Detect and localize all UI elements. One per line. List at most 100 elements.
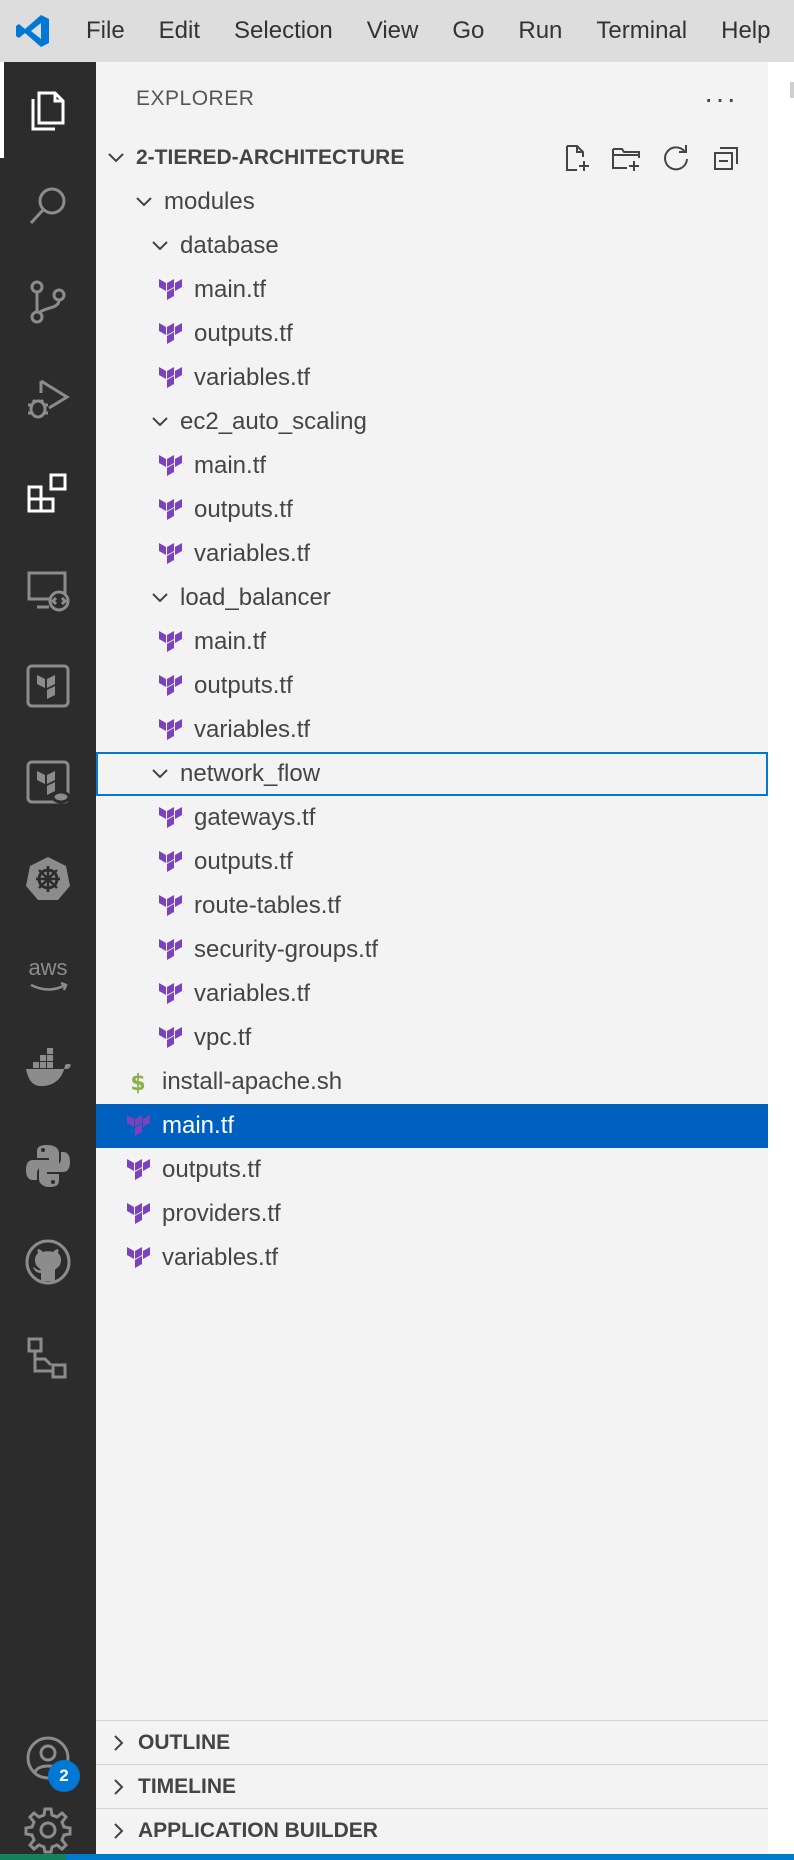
- run-debug-icon[interactable]: [0, 350, 96, 446]
- vscode-logo-icon: [0, 0, 66, 62]
- tree-file[interactable]: main.tf: [96, 1104, 768, 1148]
- tree-file[interactable]: gateways.tf: [96, 796, 768, 840]
- tree-file[interactable]: variables.tf: [96, 708, 768, 752]
- new-folder-icon[interactable]: [610, 142, 642, 174]
- terraform-file-icon: [156, 716, 184, 744]
- source-control-icon[interactable]: [0, 254, 96, 350]
- terraform-file-icon: [156, 320, 184, 348]
- editor-edge: [768, 62, 794, 1854]
- menu-go[interactable]: Go: [435, 0, 501, 62]
- explorer-sidebar: EXPLORER ··· 2-TIERED-ARCHITECTURE modul…: [96, 62, 768, 1854]
- terraform-file-icon: [156, 672, 184, 700]
- terraform-file-icon: [156, 628, 184, 656]
- menu-run[interactable]: Run: [501, 0, 579, 62]
- tree-item-label: route-tables.tf: [194, 892, 341, 919]
- menu-help[interactable]: Help: [704, 0, 787, 62]
- extensions-icon[interactable]: [0, 446, 96, 542]
- tree-file[interactable]: variables.tf: [96, 1236, 768, 1280]
- tree-item-label: main.tf: [162, 1112, 235, 1139]
- tree-file[interactable]: variables.tf: [96, 356, 768, 400]
- status-bar: [0, 1854, 794, 1860]
- refresh-icon[interactable]: [660, 142, 692, 174]
- explorer-header: EXPLORER ···: [96, 62, 768, 136]
- tree-file[interactable]: outputs.tf: [96, 312, 768, 356]
- tree-file[interactable]: providers.tf: [96, 1192, 768, 1236]
- timeline-label: TIMELINE: [138, 1774, 236, 1798]
- tree-item-label: variables.tf: [194, 364, 311, 391]
- tree-file[interactable]: main.tf: [96, 444, 768, 488]
- remote-explorer-icon[interactable]: [0, 542, 96, 638]
- tree-folder[interactable]: database: [96, 224, 768, 268]
- python-icon[interactable]: [0, 1118, 96, 1214]
- kubernetes-icon[interactable]: [0, 830, 96, 926]
- timeline-panel-header[interactable]: TIMELINE: [96, 1764, 768, 1808]
- menu-edit[interactable]: Edit: [142, 0, 217, 62]
- svg-text:$: $: [130, 1071, 145, 1096]
- tree-folder[interactable]: network_flow: [96, 752, 768, 796]
- outline-panel-header[interactable]: OUTLINE: [96, 1720, 768, 1764]
- chevron-down-icon: [150, 764, 170, 784]
- tree-file[interactable]: outputs.tf: [96, 840, 768, 884]
- outline-label: OUTLINE: [138, 1730, 231, 1754]
- files-icon[interactable]: [0, 62, 96, 158]
- tree-file[interactable]: outputs.tf: [96, 664, 768, 708]
- tree-item-label: outputs.tf: [194, 672, 293, 699]
- workspace-root-label: 2-TIERED-ARCHITECTURE: [136, 146, 405, 169]
- tree-item-label: outputs.tf: [194, 496, 293, 523]
- collapse-all-icon[interactable]: [710, 142, 742, 174]
- chevron-down-icon: [150, 412, 170, 432]
- tree-item-label: modules: [164, 188, 255, 215]
- application-builder-icon[interactable]: [0, 1310, 96, 1406]
- tree-file[interactable]: vpc.tf: [96, 1016, 768, 1060]
- application-builder-label: APPLICATION BUILDER: [138, 1818, 378, 1842]
- chevron-down-icon: [150, 588, 170, 608]
- terraform-cloud-icon[interactable]: [0, 734, 96, 830]
- terraform-file-icon: [156, 1024, 184, 1052]
- tree-file[interactable]: variables.tf: [96, 532, 768, 576]
- application-builder-panel-header[interactable]: APPLICATION BUILDER: [96, 1808, 768, 1852]
- tree-file[interactable]: outputs.tf: [96, 1148, 768, 1192]
- terraform-file-icon: [156, 936, 184, 964]
- tree-item-label: install-apache.sh: [162, 1068, 343, 1095]
- tree-file[interactable]: route-tables.tf: [96, 884, 768, 928]
- tree-item-label: providers.tf: [162, 1200, 281, 1227]
- tree-file[interactable]: variables.tf: [96, 972, 768, 1016]
- remote-indicator[interactable]: [0, 1854, 66, 1860]
- menu-view[interactable]: View: [350, 0, 436, 62]
- terraform-file-icon: [156, 364, 184, 392]
- tree-item-label: main.tf: [194, 452, 267, 479]
- tree-file[interactable]: security-groups.tf: [96, 928, 768, 972]
- menu-file[interactable]: File: [66, 0, 142, 62]
- workspace-root[interactable]: 2-TIERED-ARCHITECTURE: [96, 136, 768, 180]
- menu-bar: File Edit Selection View Go Run Terminal…: [0, 0, 794, 62]
- tree-file[interactable]: main.tf: [96, 620, 768, 664]
- menu-selection[interactable]: Selection: [217, 0, 350, 62]
- activity-bar: aws 2: [0, 62, 96, 1854]
- tree-file[interactable]: outputs.tf: [96, 488, 768, 532]
- search-icon[interactable]: [0, 158, 96, 254]
- tree-file[interactable]: $ install-apache.sh: [96, 1060, 768, 1104]
- tree-item-label: variables.tf: [194, 540, 311, 567]
- terraform-file-icon: [156, 540, 184, 568]
- tree-item-label: security-groups.tf: [194, 936, 379, 963]
- menu-terminal[interactable]: Terminal: [579, 0, 704, 62]
- tree-folder[interactable]: ec2_auto_scaling: [96, 400, 768, 444]
- tree-item-label: variables.tf: [194, 980, 311, 1007]
- new-file-icon[interactable]: [560, 142, 592, 174]
- accounts-badge: 2: [48, 1760, 80, 1792]
- accounts-icon[interactable]: 2: [0, 1710, 96, 1806]
- tree-folder[interactable]: modules: [96, 180, 768, 224]
- docker-icon[interactable]: [0, 1022, 96, 1118]
- scroll-marker: [790, 82, 794, 98]
- more-actions-icon[interactable]: ···: [704, 83, 738, 115]
- chevron-right-icon: [108, 1733, 128, 1753]
- github-icon[interactable]: [0, 1214, 96, 1310]
- tree-folder[interactable]: load_balancer: [96, 576, 768, 620]
- chevron-right-icon: [108, 1777, 128, 1797]
- shell-file-icon: $: [124, 1068, 152, 1096]
- aws-icon[interactable]: aws: [0, 926, 96, 1022]
- terraform-icon[interactable]: [0, 638, 96, 734]
- settings-gear-icon[interactable]: [0, 1806, 96, 1854]
- terraform-file-icon: [156, 452, 184, 480]
- tree-file[interactable]: main.tf: [96, 268, 768, 312]
